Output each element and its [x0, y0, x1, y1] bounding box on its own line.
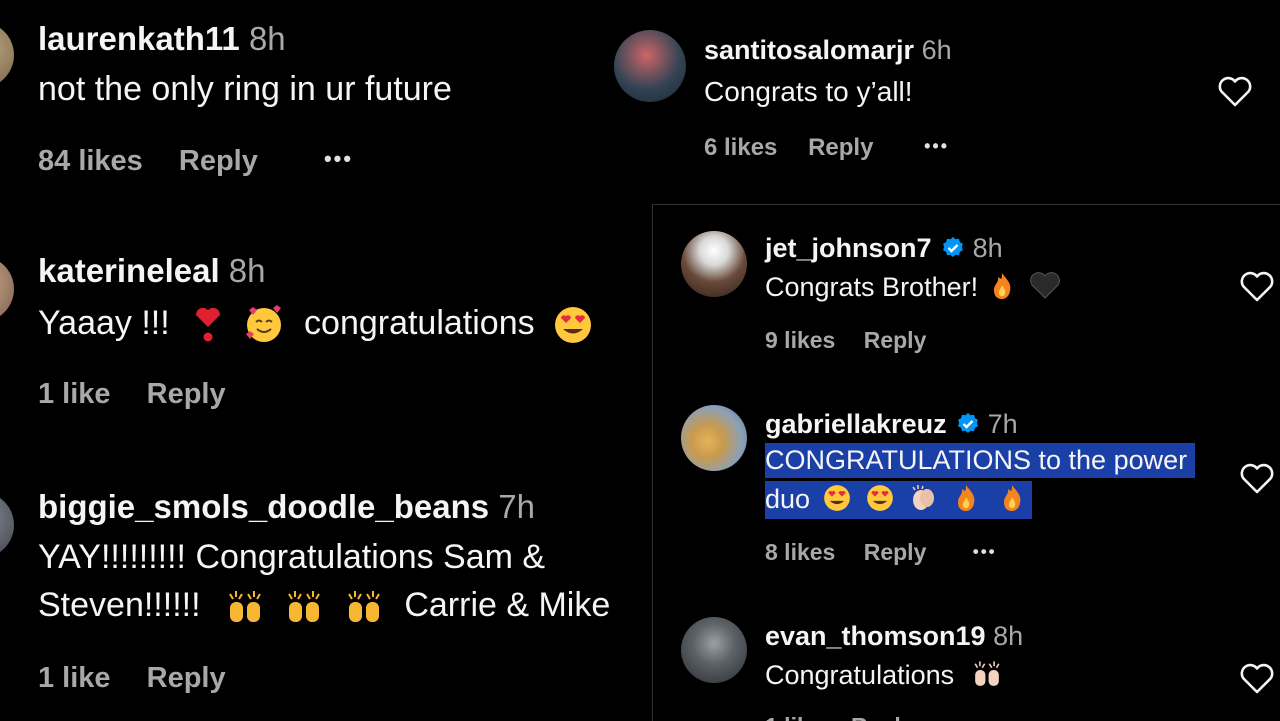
reply-button[interactable]: Reply: [864, 539, 927, 566]
timestamp: 8h: [993, 621, 1024, 651]
heart-exclamation-emoji: [196, 307, 221, 342]
reply-button[interactable]: Reply: [147, 378, 226, 411]
more-options-icon[interactable]: •••: [924, 136, 949, 157]
comment-text-line: Steven!!!!!! Carrie & Mike: [38, 586, 610, 626]
comment-biggie_smols_doodle_beans: biggie_smols_doodle_beans 7h YAY!!!!!!!!…: [0, 466, 655, 720]
raised-hands-emoji: [974, 661, 1000, 686]
likes-count[interactable]: 84 likes: [38, 145, 143, 178]
comment-text-line: YAY!!!!!!!!! Congratulations Sam &: [38, 538, 546, 576]
timestamp: 8h: [228, 252, 266, 289]
comment-text-part: Yaaay !!!: [38, 304, 170, 342]
heart-outline-icon[interactable]: [1239, 463, 1275, 495]
verified-badge-icon: [943, 237, 963, 257]
comment-meta: 6 likes Reply •••: [704, 134, 949, 162]
heart-outline-icon[interactable]: [1239, 663, 1275, 695]
comment-text-part: Congrats Brother!: [765, 272, 979, 302]
username[interactable]: evan_thomson19: [765, 621, 986, 651]
comment-header: jet_johnson7 8h: [765, 233, 1003, 264]
top-right-comment-panel: santitosalomarjr 6h Congrats to y’all! 6…: [600, 0, 1280, 200]
comment-meta: 1 like Reply: [38, 378, 226, 411]
comment-text-part: congratulations: [304, 304, 535, 342]
comment-text: Congrats to y’all!: [704, 76, 913, 107]
comment-text: not the only ring in ur future: [38, 70, 452, 108]
username[interactable]: gabriellakreuz: [765, 409, 947, 439]
comment-text-part: Steven!!!!!!: [38, 586, 201, 624]
reply-button[interactable]: Reply: [179, 145, 258, 178]
comment-meta: 9 likes Reply: [765, 327, 926, 354]
raised-hands-emoji: [288, 591, 321, 623]
avatar[interactable]: [0, 256, 14, 322]
comment-header: evan_thomson19 8h: [765, 621, 1023, 652]
username[interactable]: jet_johnson7: [765, 233, 932, 263]
heart-eyes-emoji: [823, 485, 850, 511]
heart-outline-icon[interactable]: [1217, 76, 1253, 108]
reply-button[interactable]: Reply: [147, 662, 226, 695]
avatar[interactable]: [681, 231, 747, 297]
reply-button[interactable]: Reply: [808, 134, 873, 162]
comment-header: biggie_smols_doodle_beans 7h: [38, 488, 535, 526]
likes-count[interactable]: 9 likes: [765, 327, 835, 354]
timestamp: 6h: [921, 35, 952, 65]
comment-katerineleal: katerineleal 8h Yaaay !!! congratulation…: [0, 230, 655, 430]
verified-badge-icon: [958, 413, 978, 433]
black-heart-emoji: [1030, 272, 1061, 299]
comment-meta: 8 likes Reply •••: [765, 539, 997, 566]
more-options-icon[interactable]: •••: [324, 146, 353, 172]
timestamp: 8h: [972, 233, 1003, 263]
heart-outline-icon[interactable]: [1239, 271, 1275, 303]
fire-emoji: [1003, 485, 1021, 511]
comment-text: Yaaay !!! congratulations: [38, 304, 594, 346]
comment-header: laurenkath11 8h: [38, 20, 286, 58]
heart-eyes-emoji: [555, 307, 592, 344]
avatar[interactable]: [681, 405, 747, 471]
likes-count[interactable]: 6 likes: [704, 134, 777, 162]
fire-emoji: [958, 485, 975, 511]
comment-evan_thomson19: evan_thomson19 8h Congratulations 1 like…: [653, 613, 1280, 721]
more-options-icon[interactable]: •••: [973, 542, 997, 562]
right-comments-panel: jet_johnson7 8h Congrats Brother! 9 like…: [652, 204, 1280, 721]
avatar[interactable]: [614, 30, 686, 102]
comment-header: katerineleal 8h: [38, 252, 266, 290]
comment-gabriellakreuz: gabriellakreuz 7h CONGRATULATIONS to the…: [653, 401, 1280, 597]
comment-jet_johnson7: jet_johnson7 8h Congrats Brother! 9 like…: [653, 205, 1280, 375]
reply-button[interactable]: Reply: [864, 327, 927, 354]
comment-header: santitosalomarjr 6h: [704, 35, 952, 66]
comment-text-part: Congratulations: [765, 660, 955, 690]
timestamp: 7h: [498, 488, 536, 525]
avatar[interactable]: [0, 492, 14, 558]
raised-hands-emoji: [348, 591, 380, 623]
timestamp: 8h: [248, 20, 286, 57]
comment-text: Congratulations: [765, 659, 1004, 691]
heart-eyes-emoji: [867, 485, 893, 511]
likes-count[interactable]: 8 likes: [765, 539, 835, 566]
comment-meta: 1 like Reply: [38, 662, 226, 695]
username[interactable]: biggie_smols_doodle_beans: [38, 488, 489, 525]
comment-text-line: CONGRATULATIONS to the power: [765, 443, 1196, 478]
avatar[interactable]: [681, 617, 747, 683]
likes-count[interactable]: 1 like: [38, 662, 111, 695]
timestamp: 7h: [987, 409, 1018, 439]
clapping-hands-emoji: [911, 485, 934, 510]
left-comments-panel: laurenkath11 8h not the only ring in ur …: [0, 0, 655, 720]
comment-text-part: Carrie & Mike: [404, 586, 611, 624]
username[interactable]: katerineleal: [38, 252, 220, 289]
comment-header: gabriellakreuz 7h: [765, 409, 1018, 440]
comment-santitosalomarjr: santitosalomarjr 6h Congrats to y’all! 6…: [600, 0, 1280, 200]
comment-text-part: duo: [765, 484, 811, 514]
fire-emoji: [993, 273, 1011, 299]
avatar[interactable]: [0, 22, 14, 88]
smiling-hearts-emoji: [245, 305, 281, 343]
raised-hands-emoji: [229, 591, 261, 623]
username[interactable]: santitosalomarjr: [704, 35, 914, 65]
likes-count[interactable]: 1 like: [38, 378, 111, 411]
comment-text: Congrats Brother!: [765, 271, 1061, 303]
username[interactable]: laurenkath11: [38, 20, 240, 57]
comment-meta: 84 likes Reply •••: [38, 145, 353, 178]
comment-text-line: duo: [765, 481, 1032, 519]
comment-laurenkath11: laurenkath11 8h not the only ring in ur …: [0, 0, 655, 200]
